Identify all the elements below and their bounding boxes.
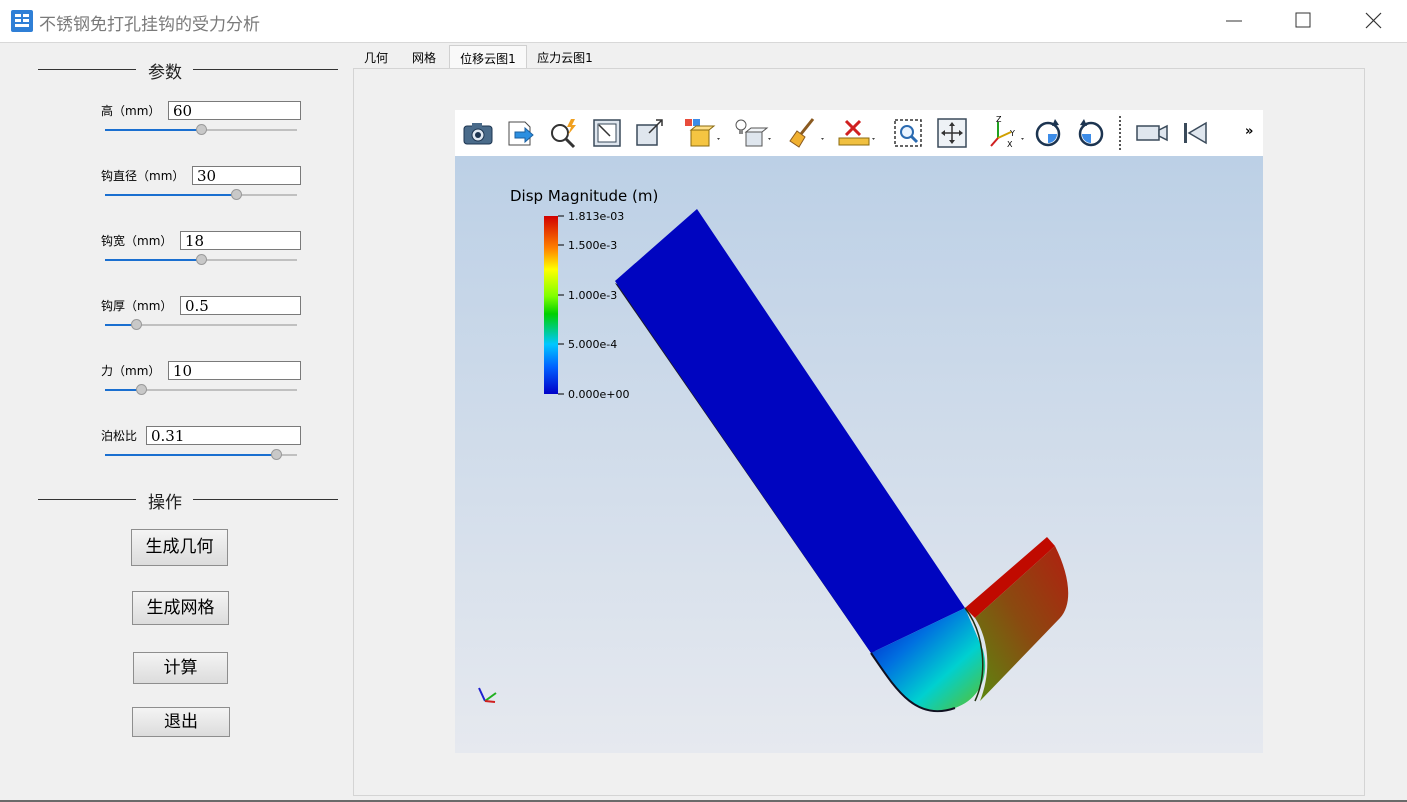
- camera-view-icon[interactable]: [1135, 116, 1169, 150]
- toolbar-separator: [1119, 116, 1121, 150]
- force-label: 力（mm）: [101, 364, 161, 378]
- params-section-title: 参数: [148, 63, 182, 83]
- section-divider: [193, 499, 338, 500]
- legend-tick: 1.500e-3: [568, 239, 617, 252]
- hook-width-slider[interactable]: [105, 253, 297, 267]
- hook-diameter-label: 钩直径（mm）: [101, 169, 185, 183]
- legend-tick-max: 1.813e-03: [568, 210, 624, 223]
- slider-handle[interactable]: [270, 449, 282, 460]
- close-button[interactable]: [1338, 0, 1407, 42]
- poisson-slider[interactable]: [105, 448, 297, 462]
- legend-colorbar: [544, 216, 558, 394]
- legend-title: Disp Magnitude (m): [510, 187, 658, 205]
- camera-icon[interactable]: [461, 116, 495, 150]
- maximize-button[interactable]: [1268, 0, 1338, 42]
- svg-text:Y: Y: [1009, 129, 1015, 138]
- tab-stress[interactable]: 应力云图1: [533, 45, 597, 69]
- interact-icon[interactable]: [935, 116, 969, 150]
- app-icon: [11, 10, 33, 32]
- axes-orientation-icon[interactable]: ZYX: [985, 116, 1027, 150]
- first-frame-icon[interactable]: [1178, 116, 1212, 150]
- viewer-toolbar: ZYX »: [455, 110, 1263, 156]
- reset-camera-icon[interactable]: [590, 116, 624, 150]
- zoom-box-icon[interactable]: [892, 116, 926, 150]
- color-by-icon[interactable]: [681, 116, 723, 150]
- hook-thickness-label: 钩厚（mm）: [101, 299, 173, 313]
- hook-diameter-input[interactable]: 30: [192, 166, 301, 185]
- exit-button[interactable]: 退出: [132, 707, 230, 737]
- height-label: 高（mm）: [101, 104, 161, 118]
- hook-thickness-input[interactable]: 0.5: [180, 296, 301, 315]
- hook-arm: [615, 209, 965, 653]
- slider-handle[interactable]: [196, 124, 207, 135]
- title-bar: 不锈钢免打孔挂钩的受力分析: [0, 0, 1407, 43]
- more-icon[interactable]: »: [1245, 124, 1253, 139]
- section-divider: [38, 69, 136, 70]
- window-title: 不锈钢免打孔挂钩的受力分析: [39, 15, 260, 35]
- height-slider[interactable]: [105, 123, 297, 137]
- hook-diameter-slider[interactable]: [105, 188, 297, 202]
- hook-width-label: 钩宽（mm）: [101, 234, 173, 248]
- maximize-icon: [1295, 12, 1311, 28]
- legend-tick: 5.000e-4: [568, 338, 617, 351]
- minimize-button[interactable]: [1199, 0, 1269, 42]
- find-data-icon[interactable]: [547, 116, 581, 150]
- legend-tick: 1.000e-3: [568, 289, 617, 302]
- orientation-axes-icon: [478, 687, 497, 703]
- rotate-ccw-icon[interactable]: [1074, 116, 1108, 150]
- height-input[interactable]: 60: [168, 101, 301, 120]
- legend-tick-min: 0.000e+00: [568, 388, 629, 401]
- svg-text:Z: Z: [996, 116, 1002, 124]
- export-icon[interactable]: [504, 116, 538, 150]
- minimize-icon: [1226, 20, 1242, 22]
- hook-thickness-slider[interactable]: [105, 318, 297, 332]
- slider-handle[interactable]: [130, 319, 142, 330]
- rotate-cw-icon[interactable]: [1031, 116, 1065, 150]
- zoom-data-icon[interactable]: [633, 116, 667, 150]
- slider-handle[interactable]: [230, 189, 242, 200]
- tab-displacement[interactable]: 位移云图1: [449, 45, 527, 69]
- parameter-panel: 参数 高（mm） 60 钩直径（mm） 30 钩宽（mm） 18 钩厚（mm） …: [0, 43, 352, 802]
- slider-handle[interactable]: [136, 384, 148, 395]
- section-divider: [193, 69, 338, 70]
- clear-icon[interactable]: [785, 116, 827, 150]
- 3d-viewport[interactable]: Disp Magnitude (m) 1.813e-03 1.500e-3 1.…: [455, 156, 1263, 753]
- poisson-label: 泊松比: [101, 429, 138, 443]
- ruler-icon[interactable]: [836, 116, 878, 150]
- generate-geometry-button[interactable]: 生成几何: [131, 529, 228, 566]
- poisson-input[interactable]: 0.31: [146, 426, 301, 445]
- light-icon[interactable]: [732, 116, 774, 150]
- force-input[interactable]: 10: [168, 361, 301, 380]
- close-icon: [1365, 12, 1382, 29]
- force-slider[interactable]: [105, 383, 297, 397]
- generate-mesh-button[interactable]: 生成网格: [132, 591, 229, 625]
- tab-geometry[interactable]: 几何: [357, 45, 395, 69]
- hook-model: [615, 209, 1069, 713]
- hook-width-input[interactable]: 18: [180, 231, 301, 250]
- svg-text:X: X: [1007, 140, 1013, 149]
- actions-section-title: 操作: [148, 493, 182, 513]
- displacement-plot: Disp Magnitude (m) 1.813e-03 1.500e-3 1.…: [478, 187, 1069, 713]
- slider-handle[interactable]: [196, 254, 207, 265]
- compute-button[interactable]: 计算: [133, 652, 228, 684]
- tab-mesh[interactable]: 网格: [404, 45, 444, 69]
- section-divider: [38, 499, 136, 500]
- render-view: ZYX » Disp Magnitude (m) 1.813e-03 1.500…: [455, 110, 1263, 753]
